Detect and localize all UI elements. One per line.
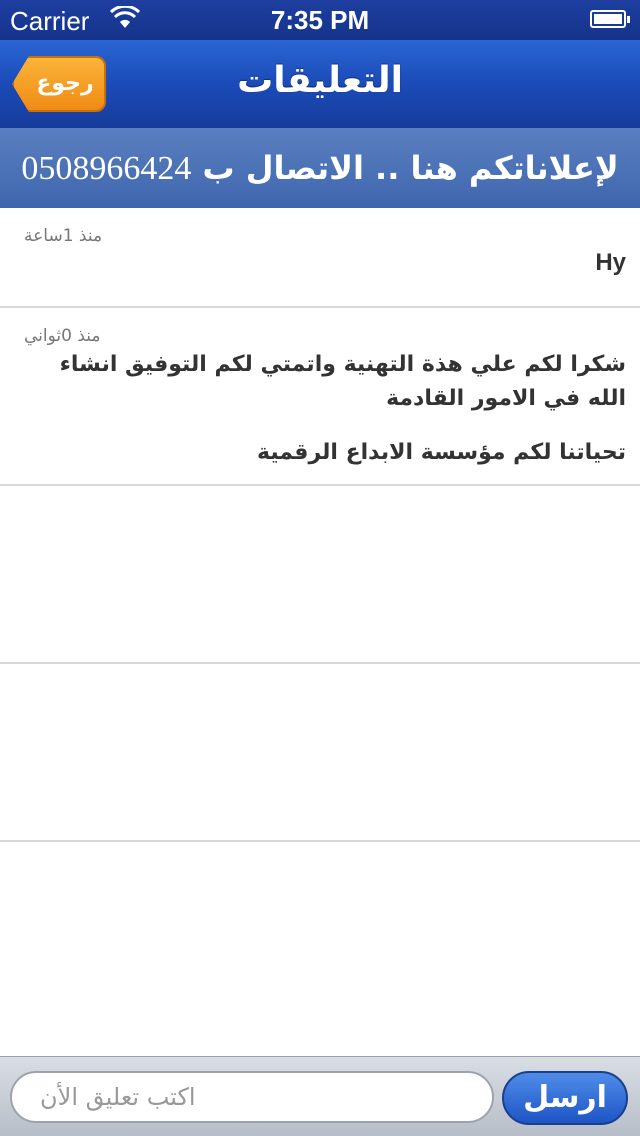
comment-item[interactable]: منذ 1ساعة Hy: [0, 208, 640, 308]
comment-text-line: تحياتنا لكم مؤسسة الابداع الرقمية: [256, 440, 626, 465]
comments-list: منذ 1ساعة Hy منذ 0ثواني شكرا لكم علي هذة…: [0, 208, 640, 842]
comment-text-line: شكرا لكم علي هذة التهنية واتمتي لكم التو…: [59, 352, 626, 411]
clock: 7:35 PM: [270, 5, 370, 35]
comment-time: منذ 0ثواني: [24, 326, 101, 346]
send-button[interactable]: ارسل: [502, 1071, 628, 1125]
status-bar: Carrier 7:35 PM: [0, 0, 640, 40]
ad-banner-phone: 0508966424: [21, 150, 192, 187]
battery-icon: [590, 10, 630, 28]
empty-row: [0, 664, 640, 842]
comment-time: منذ 1ساعة: [24, 226, 103, 246]
comment-composer: اكتب تعليق الأن ارسل: [0, 1056, 640, 1136]
empty-row: [0, 486, 640, 664]
comment-item[interactable]: منذ 0ثواني شكرا لكم علي هذة التهنية واتم…: [0, 308, 640, 486]
comment-input[interactable]: اكتب تعليق الأن: [10, 1071, 494, 1123]
page-title: التعليقات: [237, 60, 403, 101]
navigation-bar: رجوع التعليقات: [0, 40, 640, 128]
ad-banner-text: لإعلاناتكم هنا .. الاتصال ب: [202, 149, 619, 187]
ad-banner[interactable]: لإعلاناتكم هنا .. الاتصال ب 0508966424: [0, 128, 640, 208]
